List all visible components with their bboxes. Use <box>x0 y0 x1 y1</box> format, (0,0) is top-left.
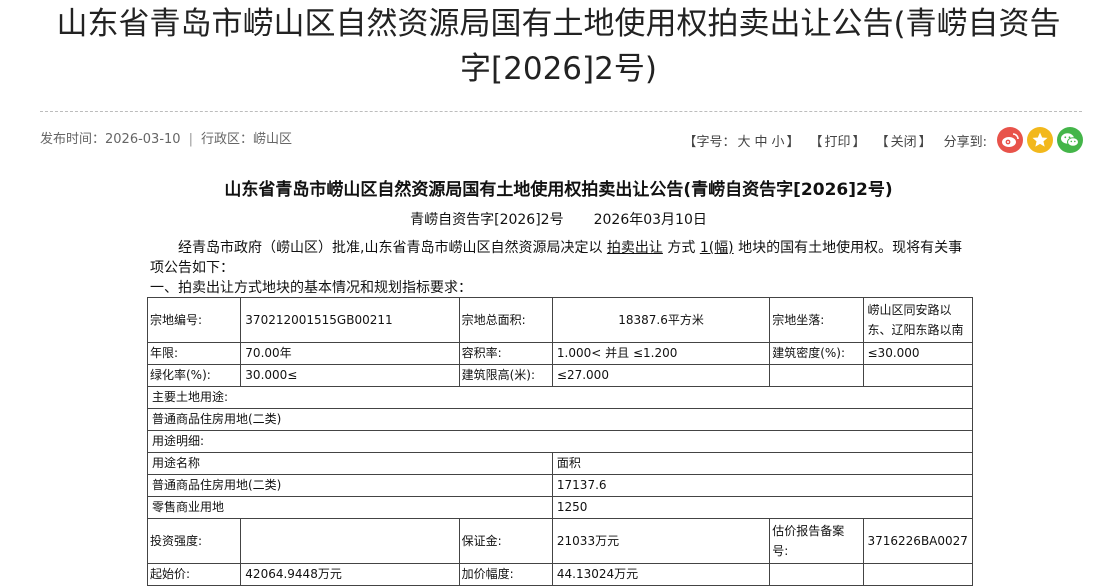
table-row: 主要土地用途: <box>147 386 973 409</box>
table-cell: 17137.6 <box>551 474 974 497</box>
table-row: 用途明细: <box>147 430 973 453</box>
page-tools: 【字号： 大 中 小】 【打印】 【关闭】 分享到: <box>683 127 1083 153</box>
table-cell: ≤27.000 <box>551 364 771 387</box>
table-cell <box>769 364 864 387</box>
table-row: 零售商业用地 1250 <box>147 496 974 519</box>
table-row: 年限: 70.00年 容积率: 1.000< 并且 ≤1.200 建筑密度(%)… <box>146 342 973 365</box>
section-heading-1: 一、拍卖出让方式地块的基本情况和规划指标要求： <box>150 280 472 296</box>
share-label: 分享到: <box>943 134 987 150</box>
table-cell: 宗地编号: <box>146 297 242 343</box>
table-row: 投资强度: 保证金: 21033万元 估价报告备案号: 3716226BA002… <box>146 518 973 564</box>
table-row: 绿化率(%): 30.000≤ 建筑限高(米): ≤27.000 <box>146 364 973 387</box>
table-row: 起始价: 42064.9448万元 加价幅度: 44.13024万元 <box>146 563 973 586</box>
district-label: 行政区： <box>200 132 253 147</box>
document-number-line: 青崂自资告字[2026]2号 2026年03月10日 <box>0 210 1117 230</box>
document-title: 山东省青岛市崂山区自然资源局国有土地使用权拍卖出让公告(青崂自资告字[2026]… <box>224 180 893 200</box>
table-cell: 起始价: <box>146 563 242 586</box>
font-size-label: 字号： <box>696 134 736 150</box>
qzone-star-share-icon[interactable] <box>1027 127 1053 153</box>
table-cell: 44.13024万元 <box>551 563 771 586</box>
table-cell: 1250 <box>551 496 974 519</box>
table-cell: 绿化率(%): <box>146 364 242 387</box>
table-cell: 宗地坐落: <box>769 297 864 343</box>
table-cell: 估价报告备案号: <box>769 518 864 564</box>
meta-separator: | <box>188 132 193 147</box>
table-cell: ≤30.000 <box>862 342 973 365</box>
table-cell: 42064.9448万元 <box>240 563 460 586</box>
table-cell: 21033万元 <box>551 518 771 564</box>
table-row: 用途名称 面积 <box>147 452 974 475</box>
table-cell: 保证金: <box>458 518 553 564</box>
table-cell: 用途名称 <box>147 452 553 475</box>
table-cell: 加价幅度: <box>458 563 553 586</box>
document-number: 青崂自资告字[2026]2号 <box>410 212 564 228</box>
print-button[interactable]: 打印 <box>825 131 851 150</box>
table-cell: 年限: <box>146 342 242 365</box>
table-cell: 70.00年 <box>240 342 460 365</box>
publish-date: 2026-03-10 <box>105 132 181 147</box>
close-button[interactable]: 关闭 <box>891 131 917 150</box>
publish-label: 发布时间： <box>40 132 106 147</box>
table-cell <box>862 563 973 586</box>
table-row: 普通商品住房用地(二类) 17137.6 <box>147 474 974 497</box>
document-date: 2026年03月10日 <box>593 212 707 228</box>
font-size-small-button[interactable]: 小 <box>771 131 784 150</box>
table-cell: 370212001515GB00211 <box>240 297 460 343</box>
parcel-count: 1(幅) <box>699 240 734 256</box>
title-divider <box>40 111 1082 112</box>
table-cell: 面积 <box>551 452 974 475</box>
table-cell: 用途明细: <box>147 430 973 453</box>
page-title: 山东省青岛市崂山区自然资源局国有土地使用权拍卖出让公告(青崂自资告 字[2026… <box>20 2 1097 92</box>
table-cell: 崂山区同安路以东、辽阳东路以南 <box>862 297 973 343</box>
font-size-medium-button[interactable]: 中 <box>754 131 767 150</box>
district-value: 崂山区 <box>252 132 292 147</box>
table-cell: 零售商业用地 <box>147 496 553 519</box>
table-row: 普通商品住房用地(二类) <box>147 408 973 431</box>
table-cell: 普通商品住房用地(二类) <box>147 474 553 497</box>
transfer-method: 拍卖出让 <box>606 240 663 256</box>
table-cell: 建筑限高(米): <box>458 364 553 387</box>
table-cell: 普通商品住房用地(二类) <box>147 408 973 431</box>
intro-text-2: 方式 <box>662 240 700 256</box>
table-cell: 1.000< 并且 ≤1.200 <box>551 342 771 365</box>
table-cell: 宗地总面积: <box>458 297 553 343</box>
table-cell <box>862 364 973 387</box>
table-cell: 主要土地用途: <box>147 386 973 409</box>
intro-paragraph: 经青岛市政府（崂山区）批准,山东省青岛市崂山区自然资源局决定以 拍卖出让 方式 … <box>150 238 970 278</box>
table-cell: 建筑密度(%): <box>769 342 864 365</box>
table-cell: 投资强度: <box>146 518 242 564</box>
parcel-info-table: 宗地编号: 370212001515GB00211 宗地总面积: 18387.6… <box>146 297 974 586</box>
table-cell: 容积率: <box>458 342 553 365</box>
table-cell <box>240 518 460 564</box>
table-row: 宗地编号: 370212001515GB00211 宗地总面积: 18387.6… <box>146 297 973 343</box>
intro-text-1: 经青岛市政府（崂山区）批准,山东省青岛市崂山区自然资源局决定以 <box>178 240 607 256</box>
weibo-share-icon[interactable] <box>997 127 1023 153</box>
font-size-large-button[interactable]: 大 <box>737 131 750 150</box>
page-title-line-2: 字[2026]2号) <box>460 51 657 87</box>
wechat-share-icon[interactable] <box>1057 127 1083 153</box>
table-cell: 3716226BA0027 <box>862 518 973 564</box>
table-cell <box>769 563 864 586</box>
table-cell: 18387.6平方米 <box>551 297 771 343</box>
table-cell: 30.000≤ <box>240 364 460 387</box>
page-title-line-1: 山东省青岛市崂山区自然资源局国有土地使用权拍卖出让公告(青崂自资告 <box>56 6 1061 42</box>
publish-meta: 发布时间：2026-03-10 | 行政区：崂山区 <box>40 130 292 150</box>
